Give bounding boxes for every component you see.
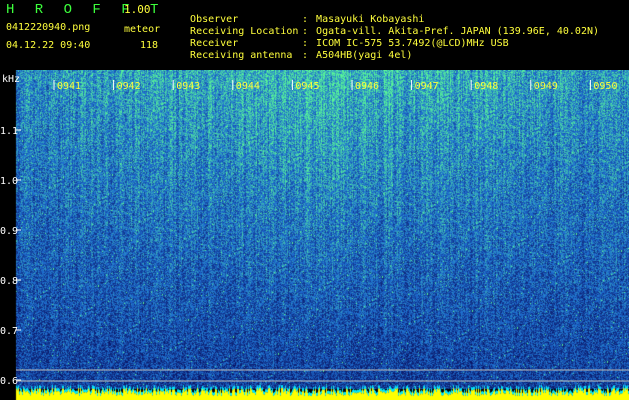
- y-tick-label: 1.1: [0, 126, 18, 137]
- y-tick-label: 1.0: [0, 176, 18, 187]
- y-axis-unit: kHz: [2, 74, 20, 85]
- info-row-antenna: Receiving antenna: A504HB(yagi 4el): [178, 41, 412, 61]
- time-axis: 0941 0942 0943 0944 0945 0946 0947 0948 0949 0950: [53, 80, 617, 92]
- info-value: A504HB(yagi 4el): [316, 50, 413, 61]
- info-separator: :: [302, 50, 309, 61]
- y-tick-label: 0.8: [0, 276, 18, 287]
- capture-datetime: 04.12.22 09:40: [6, 40, 91, 51]
- time-label: 0944: [236, 81, 260, 92]
- y-tick-label: 0.7: [0, 326, 18, 337]
- time-label: 0941: [57, 81, 81, 92]
- spectrogram-panel: kHz 1.1 1.0 0.9 0.8 0.7 0.6 0941 0942 0943 0944 0…: [0, 70, 629, 400]
- info-label: Receiving antenna: [190, 50, 293, 61]
- time-label: 0943: [176, 81, 200, 92]
- time-label: 0949: [534, 81, 558, 92]
- y-tick-label: 0.9: [0, 226, 18, 237]
- mode-label: meteor: [124, 24, 161, 35]
- file-name: 0412220940.png: [6, 22, 91, 33]
- time-label: 0945: [295, 81, 319, 92]
- time-label: 0950: [593, 81, 617, 92]
- time-label: 0947: [415, 81, 439, 92]
- time-label: 0946: [355, 81, 379, 92]
- time-label: 0948: [474, 81, 498, 92]
- y-tick-label: 0.6: [0, 376, 18, 387]
- app-version: 1.00: [124, 3, 151, 16]
- spectrogram-overlay: kHz 1.11.00.90.80.70.6 0941 0942 0943 0944 0…: [0, 74, 629, 387]
- y-axis: 1.1 1.0 0.9 0.8 0.7 0.6: [0, 126, 21, 387]
- time-label: 0942: [117, 81, 141, 92]
- echo-count: 118: [140, 40, 159, 51]
